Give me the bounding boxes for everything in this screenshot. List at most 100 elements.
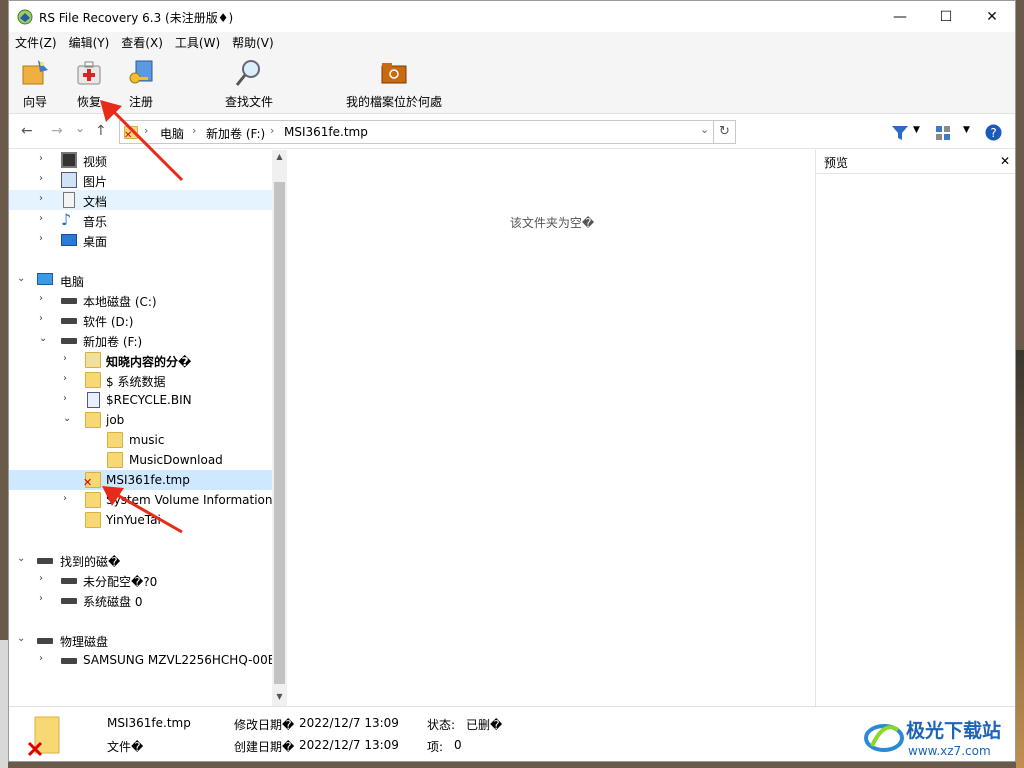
- address-bar[interactable]: ✕ › 电脑 › 新加卷 (F:) › MSI361fe.tmp ⌄: [119, 120, 714, 144]
- tree-item-system-disk[interactable]: › 系统磁盘 0: [9, 590, 272, 610]
- drive-icon: [61, 318, 77, 324]
- tree-item-d-drive[interactable]: › 软件 (D:): [9, 310, 272, 330]
- menu-view[interactable]: 查看(X): [115, 32, 169, 52]
- breadcrumb-f-drive[interactable]: 新加卷 (F:): [206, 125, 265, 142]
- folder-icon: [107, 452, 123, 468]
- picture-icon: [61, 172, 77, 188]
- toolbar: 向导 恢复 注册 查找文件 我的檔案位於何處: [9, 52, 1015, 114]
- drive-icon: [61, 598, 77, 604]
- music-note-icon: ♪: [61, 210, 72, 229]
- breadcrumb-file[interactable]: MSI361fe.tmp: [284, 125, 368, 139]
- folder-icon: [85, 492, 101, 508]
- status-state-label: 状态:: [427, 718, 456, 732]
- tree-item-c-drive[interactable]: › 本地磁盘 (C:): [9, 290, 272, 310]
- tree-item-f-8[interactable]: YinYueTai: [9, 510, 272, 530]
- tree-item-f-2[interactable]: › $RECYCLE.BIN: [9, 390, 272, 410]
- where-are-my-files-button[interactable]: 我的檔案位於何處: [339, 58, 449, 110]
- empty-folder-message: 该文件夹为空�: [509, 216, 595, 230]
- folder-icon: [85, 412, 101, 428]
- address-dropdown[interactable]: ⌄: [700, 123, 709, 136]
- file-list-pane[interactable]: 该文件夹为空�: [289, 150, 815, 706]
- tree-item-f-7[interactable]: › System Volume Information: [9, 490, 272, 510]
- status-modified: 2022/12/7 13:09: [299, 716, 399, 730]
- preview-header: 预览 ✕: [816, 150, 1015, 174]
- scroll-up-icon[interactable]: ▲: [272, 152, 287, 161]
- tree-item-samsung[interactable]: › SAMSUNG MZVL2256HCHQ-00B00: [9, 650, 287, 670]
- tree-item-f-5[interactable]: MusicDownload: [9, 450, 272, 470]
- app-window: RS File Recovery 6.3 (未注册版♦) — ☐ ✕ 文件(Z)…: [8, 0, 1016, 762]
- tree-item-found-disks[interactable]: ⌄ 找到的磁�: [9, 550, 272, 570]
- key-icon: [129, 60, 153, 84]
- computer-icon: [37, 273, 53, 285]
- history-dropdown[interactable]: ⌄: [75, 121, 85, 135]
- drive-icon: [61, 578, 77, 584]
- status-filename: MSI361fe.tmp: [107, 716, 191, 730]
- register-button[interactable]: 注册: [123, 58, 159, 110]
- desktop-background: [1016, 350, 1024, 768]
- view-dropdown-icon[interactable]: ▼: [963, 125, 970, 135]
- folder-tree: › 视频 › 图片 › 文档 › ♪ 音乐 › 桌面 ⌄ 电脑 › 本地磁盘 (C:) › 软件 …: [9, 150, 287, 706]
- tree-item-f-1[interactable]: › $ 系统数据: [9, 370, 272, 390]
- first-aid-icon: [77, 61, 101, 85]
- help-icon[interactable]: ?: [985, 124, 1002, 141]
- tree-item-f-3[interactable]: ⌄ job: [9, 410, 272, 430]
- breadcrumb-computer[interactable]: 电脑: [160, 125, 184, 142]
- tree-item-unallocated[interactable]: › 未分配空�?0: [9, 570, 272, 590]
- menu-tools[interactable]: 工具(W): [169, 32, 226, 52]
- tree-item-f-4[interactable]: music: [9, 430, 272, 450]
- window-title: RS File Recovery 6.3 (未注册版♦): [39, 11, 234, 25]
- magnifier-icon: [235, 60, 260, 86]
- search-folder-icon: [85, 352, 101, 368]
- scroll-thumb[interactable]: [274, 182, 285, 684]
- close-button[interactable]: ✕: [969, 1, 1015, 32]
- scroll-down-icon[interactable]: ▼: [272, 692, 287, 701]
- menu-help[interactable]: 帮助(V): [226, 32, 280, 52]
- tree-item-physical-disks[interactable]: ⌄ 物理磁盘: [9, 630, 272, 650]
- drive-icon: [61, 338, 77, 344]
- tree-item-f-drive[interactable]: ⌄ 新加卷 (F:): [9, 330, 272, 350]
- forward-button[interactable]: →: [51, 123, 63, 139]
- recover-button[interactable]: 恢复: [71, 58, 107, 110]
- tree-item-music[interactable]: › ♪ 音乐: [9, 210, 272, 230]
- wizard-button[interactable]: 向导: [17, 58, 53, 110]
- tree-item-pictures[interactable]: › 图片: [9, 170, 272, 190]
- tree-item-video[interactable]: › 视频: [9, 150, 272, 170]
- tree-item-documents[interactable]: › 文档: [9, 190, 272, 210]
- status-modified-label: 修改日期�: [234, 718, 295, 732]
- minimize-button[interactable]: —: [877, 1, 923, 32]
- tree-item-f-6[interactable]: ✕ MSI361fe.tmp: [9, 470, 272, 490]
- up-button[interactable]: ↑: [95, 123, 107, 139]
- status-items-label: 项:: [427, 740, 444, 754]
- maximize-button[interactable]: ☐: [923, 1, 969, 32]
- watermark-logo: [864, 724, 904, 752]
- title-bar: RS File Recovery 6.3 (未注册版♦) — ☐ ✕: [9, 1, 1015, 32]
- document-icon: [63, 192, 75, 208]
- tree-item-desktop[interactable]: › 桌面: [9, 230, 272, 250]
- preview-close-button[interactable]: ✕: [1000, 154, 1010, 168]
- drive-icon: [61, 658, 77, 664]
- menu-file[interactable]: 文件(Z): [9, 32, 63, 52]
- filter-icon[interactable]: [891, 125, 909, 141]
- refresh-button[interactable]: ↻: [714, 120, 736, 144]
- desktop-background-left: [0, 640, 8, 768]
- svg-text:?: ?: [990, 126, 996, 140]
- tree-scrollbar[interactable]: ▲ ▼: [272, 150, 287, 706]
- status-created: 2022/12/7 13:09: [299, 738, 399, 752]
- back-button[interactable]: ←: [21, 123, 33, 139]
- tree-item-f-0[interactable]: › 知晓内容的分�: [9, 350, 272, 370]
- status-created-label: 创建日期�: [234, 740, 295, 754]
- folder-icon: [85, 372, 101, 388]
- find-files-button[interactable]: 查找文件: [219, 58, 279, 110]
- tree-item-computer[interactable]: ⌄ 电脑: [9, 270, 272, 290]
- folder-icon: [85, 512, 101, 528]
- watermark-brand: 极光下载站: [906, 720, 1002, 742]
- status-state: 已删�: [466, 718, 503, 732]
- folder-icon: [107, 432, 123, 448]
- preview-title: 预览: [824, 156, 849, 170]
- menu-edit[interactable]: 编辑(Y): [63, 32, 116, 52]
- deleted-file-icon: [27, 716, 60, 757]
- desktop-icon: [61, 234, 77, 246]
- drive-icon: [37, 638, 53, 644]
- view-mode-icon[interactable]: [935, 125, 951, 141]
- filter-dropdown-icon[interactable]: ▼: [913, 125, 920, 135]
